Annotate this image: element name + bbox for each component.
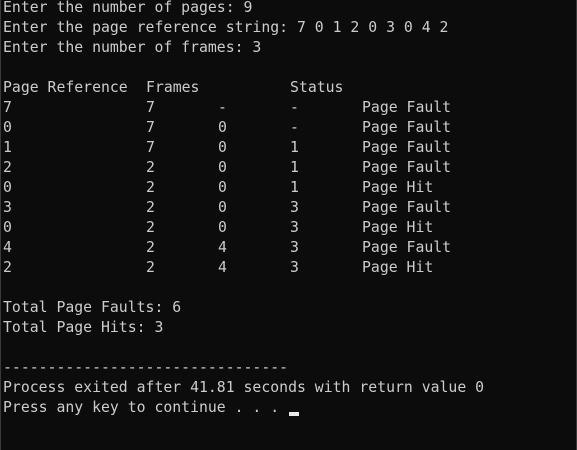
cell-frame-2: - [218,99,227,116]
cell-frame-1: 2 [146,259,155,276]
cell-frame-1: 7 [146,99,155,116]
cell-status: Page Fault [362,159,452,176]
header-frames: Frames [146,79,200,96]
cell-status: Page Fault [362,99,452,116]
cell-page: 0 [3,119,12,136]
cell-frame-2: 0 [218,159,227,176]
cell-frame-1: 2 [146,179,155,196]
cell-frame-1: 2 [146,159,155,176]
cell-page: 0 [3,219,12,236]
cell-frame-3: 1 [290,179,299,196]
separator-line: -------------------------------- [3,359,289,376]
cell-frame-3: 3 [290,199,299,216]
continue-prompt: Press any key to continue . . . [3,399,289,416]
cell-frame-1: 2 [146,199,155,216]
cell-frame-1: 2 [146,219,155,236]
total-page-faults: Total Page Faults: 6 [3,299,182,316]
cell-page: 4 [3,239,12,256]
header-page-reference: Page Reference [3,79,128,96]
prompt-frames: Enter the number of frames: 3 [3,39,262,56]
cell-status: Page Hit [362,259,434,276]
cell-page: 2 [3,159,12,176]
header-status: Status [290,79,344,96]
cell-status: Page Fault [362,239,452,256]
prompt-pages: Enter the number of pages: 9 [3,0,253,16]
cell-frame-3: - [290,119,299,136]
cell-status: Page Fault [362,139,452,156]
cell-frame-1: 2 [146,239,155,256]
cell-status: Page Fault [362,119,452,136]
total-page-hits: Total Page Hits: 3 [3,319,164,336]
exit-message: Process exited after 41.81 seconds with … [3,379,485,396]
cell-page: 2 [3,259,12,276]
cell-frame-1: 7 [146,139,155,156]
cell-frame-3: 1 [290,159,299,176]
cell-frame-2: 0 [218,119,227,136]
text-cursor [289,412,299,416]
cell-frame-3: 3 [290,259,299,276]
cell-frame-2: 4 [218,259,227,276]
cell-page: 7 [3,99,12,116]
cell-frame-2: 4 [218,239,227,256]
console-window[interactable]: Enter the number of pages: 9 Enter the p… [0,0,577,450]
cell-frame-2: 0 [218,199,227,216]
cell-frame-2: 0 [218,219,227,236]
cell-frame-2: 0 [218,139,227,156]
prompt-reference-string: Enter the page reference string: 7 0 1 2… [3,19,449,36]
cell-status: Page Hit [362,179,434,196]
cell-frame-2: 0 [218,179,227,196]
cell-frame-3: 3 [290,219,299,236]
cell-status: Page Fault [362,199,452,216]
cell-status: Page Hit [362,219,434,236]
cell-frame-3: 3 [290,239,299,256]
cell-page: 3 [3,199,12,216]
cell-page: 0 [3,179,12,196]
cell-frame-3: - [290,99,299,116]
cell-frame-1: 7 [146,119,155,136]
cell-frame-3: 1 [290,139,299,156]
cell-page: 1 [3,139,12,156]
